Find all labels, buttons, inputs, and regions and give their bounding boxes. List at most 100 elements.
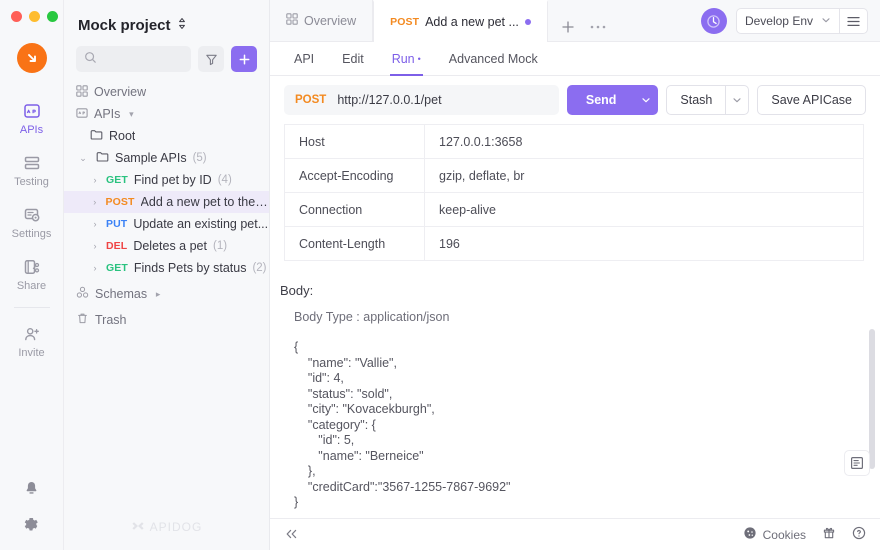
chevron-right-icon[interactable]: ▸ <box>153 289 163 300</box>
trash-icon <box>76 312 89 328</box>
sidebar-item-update-existing-pet[interactable]: › PUT Update an existing pet... <box>64 213 269 235</box>
method-badge: POST <box>105 196 135 208</box>
apidog-watermark: APIDOG <box>64 520 269 534</box>
tab-label: Overview <box>304 13 357 28</box>
chevron-right-icon[interactable]: › <box>90 263 100 273</box>
chevron-down-icon[interactable]: ▾ <box>126 109 136 120</box>
watermark-label: APIDOG <box>149 520 203 534</box>
chevron-down-icon[interactable]: ⌄ <box>76 153 90 164</box>
gear-icon[interactable] <box>23 516 40 536</box>
double-chevron-left-icon[interactable] <box>284 527 299 543</box>
tab-add-a-new-pet[interactable]: POST Add a new pet ... <box>373 0 548 42</box>
body-json: { "name": "Vallie", "id": 4, "status": "… <box>294 340 511 509</box>
schemas-icon <box>76 286 89 302</box>
cookies-button[interactable]: Cookies <box>743 526 806 543</box>
folder-icon <box>90 128 103 144</box>
chevron-right-icon[interactable]: › <box>90 219 100 229</box>
content-scroll-area[interactable]: Host 127.0.0.1:3658 Accept-Encoding gzip… <box>270 124 880 518</box>
cookies-label: Cookies <box>762 527 806 542</box>
body-section-title: Body: <box>280 283 314 298</box>
gift-icon[interactable] <box>822 526 836 543</box>
send-dropdown-button[interactable] <box>634 85 659 115</box>
apidog-mark-icon <box>132 522 144 530</box>
rail-item-apis[interactable]: APIs <box>0 93 63 145</box>
add-api-button[interactable] <box>231 46 257 72</box>
header-value: gzip, deflate, br <box>424 158 864 193</box>
tab-run[interactable]: Run • <box>378 42 435 76</box>
sidebar-item-label: Add a new pet to the s... <box>140 195 269 209</box>
ellipsis-icon[interactable] <box>584 13 612 41</box>
send-button[interactable]: Send <box>566 85 635 115</box>
sidebar-item-label: Sample APIs <box>115 151 187 165</box>
request-bar: POST http://127.0.0.1/pet Send Stash Sav… <box>270 76 880 124</box>
chevron-right-icon[interactable]: › <box>90 241 100 251</box>
header-value: keep-alive <box>424 192 864 227</box>
environment-dropdown[interactable]: Develop Env <box>737 9 839 33</box>
filter-icon[interactable] <box>198 46 224 72</box>
tab-advanced-mock[interactable]: Advanced Mock <box>435 42 552 76</box>
document-panel-icon[interactable] <box>844 450 870 476</box>
url-input[interactable]: POST http://127.0.0.1/pet <box>284 85 559 115</box>
stash-button[interactable]: Stash <box>666 85 726 115</box>
header-value: 196 <box>424 226 864 261</box>
stash-dropdown-button[interactable] <box>725 85 750 115</box>
close-window-button[interactable] <box>11 11 22 22</box>
sync-avatar-icon[interactable] <box>700 8 727 34</box>
sidebar-item-label: Finds Pets by status <box>133 261 247 275</box>
sidebar-item-add-a-new-pet[interactable]: › POST Add a new pet to the s... <box>64 191 269 213</box>
sidebar-item-find-pet-by-id[interactable]: › GET Find pet by ID (4) <box>64 169 269 191</box>
sidebar-item-deletes-a-pet[interactable]: › DEL Deletes a pet (1) <box>64 235 269 257</box>
rail-item-invite[interactable]: Invite <box>0 316 63 368</box>
project-switcher[interactable]: Mock project <box>64 0 269 34</box>
apidog-logo-icon[interactable] <box>16 43 47 73</box>
header-key: Accept-Encoding <box>284 158 425 193</box>
rail-item-list: APIs Testing Settings Share Invite <box>0 93 63 368</box>
sidebar-item-trash[interactable]: Trash <box>64 309 269 331</box>
unsaved-indicator[interactable] <box>524 19 531 25</box>
sidebar-item-sample-apis[interactable]: ⌄ Sample APIs (5) <box>64 147 269 169</box>
rail-item-testing[interactable]: Testing <box>0 145 63 197</box>
sidebar-item-root[interactable]: Root <box>64 125 269 147</box>
rail-item-label: Share <box>16 280 47 292</box>
save-apicase-button[interactable]: Save APICase <box>757 85 866 115</box>
header-value: 127.0.0.1:3658 <box>424 124 864 159</box>
send-split-button: Send <box>566 85 659 115</box>
table-row: Accept-Encoding gzip, deflate, br <box>284 158 864 193</box>
sidebar-item-apis[interactable]: APIs ▾ <box>64 103 269 125</box>
sidebar-item-label: Update an existing pet... <box>133 217 269 231</box>
plus-icon[interactable] <box>554 13 582 41</box>
run-modified-dot: • <box>417 54 421 65</box>
hamburger-icon[interactable] <box>839 9 867 33</box>
header-key: Content-Length <box>284 226 425 261</box>
tab-overview[interactable]: Overview <box>270 0 374 41</box>
vertical-scrollbar[interactable] <box>869 329 875 469</box>
sidebar-item-schemas[interactable]: Schemas ▸ <box>64 283 269 305</box>
chevron-right-icon[interactable]: › <box>90 197 100 207</box>
sidebar-item-count: (1) <box>212 240 228 252</box>
search-box[interactable] <box>76 46 191 72</box>
sidebar-item-overview[interactable]: Overview <box>64 81 269 103</box>
folder-icon <box>96 150 109 166</box>
rail-item-share[interactable]: Share <box>0 249 63 301</box>
tab-api[interactable]: API <box>290 42 328 76</box>
editor-tabbar: Overview POST Add a new pet ... Develop … <box>270 0 880 42</box>
tab-edit[interactable]: Edit <box>328 42 378 76</box>
rail-bottom-actions <box>0 480 63 536</box>
maximize-window-button[interactable] <box>47 11 58 22</box>
chevron-right-icon[interactable]: › <box>90 175 100 185</box>
bell-icon[interactable] <box>23 480 40 500</box>
rail-item-settings[interactable]: Settings <box>0 197 63 249</box>
sidebar-item-count: (4) <box>217 174 232 186</box>
apis-box-icon <box>76 107 88 122</box>
response-content: Host 127.0.0.1:3658 Accept-Encoding gzip… <box>270 124 880 518</box>
sidebar-item-label: APIs <box>94 107 121 121</box>
sidebar-item-label: Overview <box>94 85 147 99</box>
tab-label: Add a new pet ... <box>425 15 519 29</box>
sidebar-item-label: Schemas <box>95 287 148 301</box>
sidebar-item-label: Deletes a pet <box>133 239 207 253</box>
help-circle-icon[interactable] <box>852 526 866 543</box>
minimize-window-button[interactable] <box>29 11 40 22</box>
sidebar-item-finds-pets-by-status[interactable]: › GET Finds Pets by status (2) <box>64 257 269 279</box>
search-input[interactable] <box>103 52 183 66</box>
window-traffic-lights <box>0 0 58 22</box>
